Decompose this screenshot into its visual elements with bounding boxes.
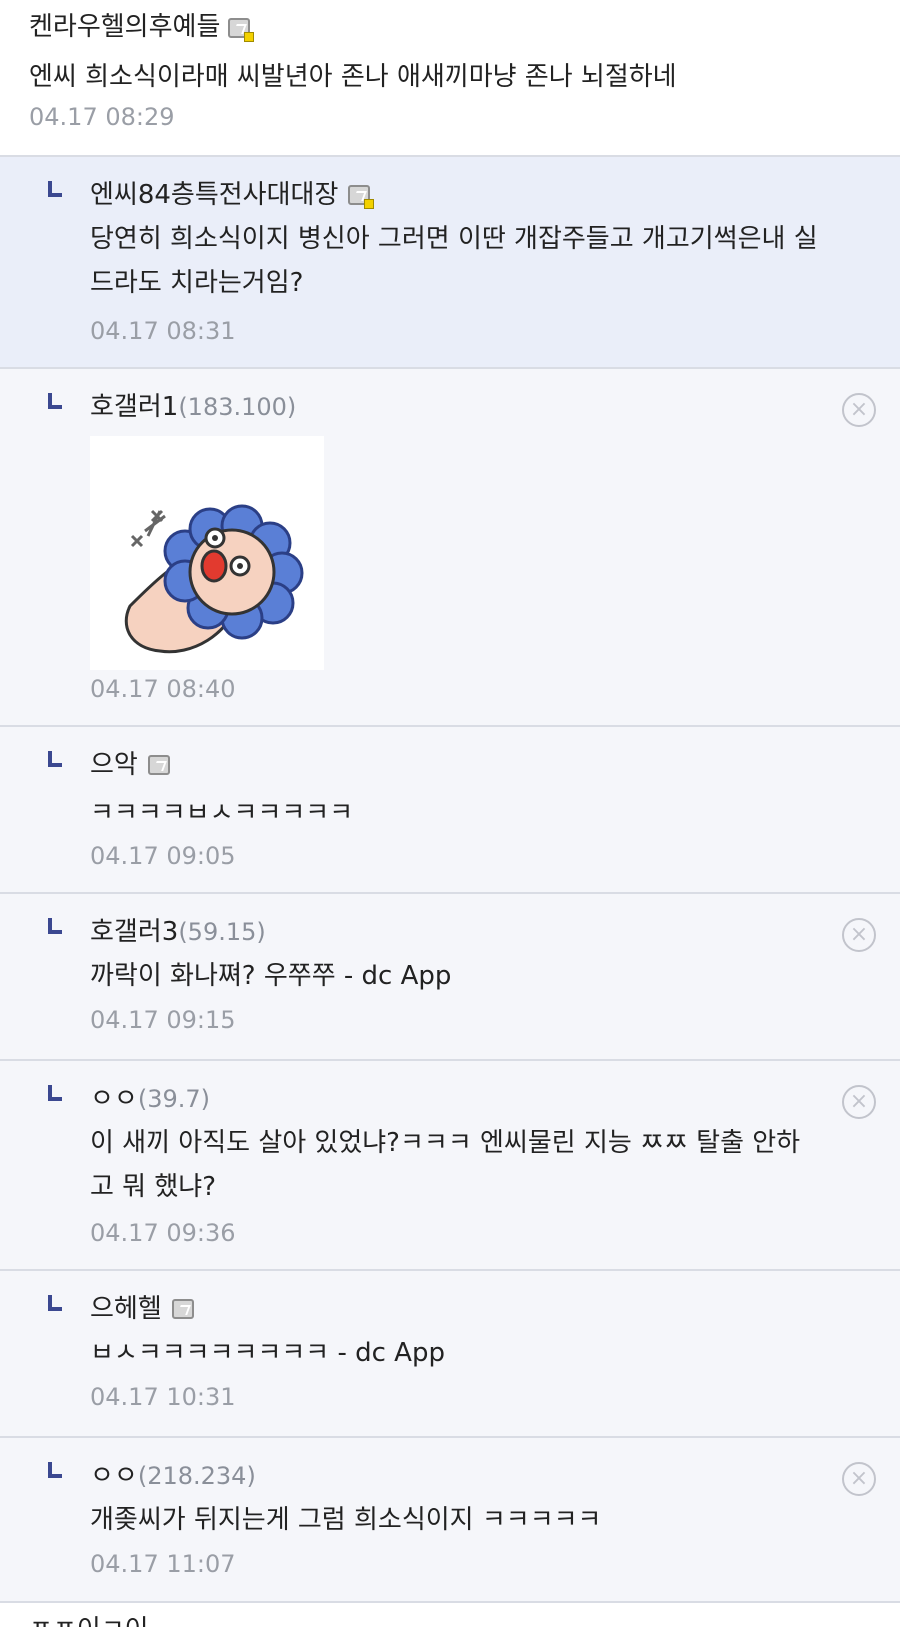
- next-comment-partial: ㅍㅍ이ㅋ이: [0, 1601, 900, 1627]
- gallery-member-icon: [348, 185, 375, 209]
- reply-nickname[interactable]: ㅇㅇ(218.234): [90, 1455, 256, 1492]
- ip-address: (218.234): [137, 1462, 256, 1490]
- reply-nickname[interactable]: 으헤헬: [90, 1288, 194, 1325]
- reply-text-line: 드라도 치라는거임?: [90, 268, 304, 298]
- reply-time: 04.17 09:15: [90, 1006, 236, 1034]
- reply-arrow-icon: [48, 751, 62, 767]
- reply-text-line: 이 새끼 아직도 살아 있었냐?ㅋㅋㅋ 엔씨물린 지능 ㅉㅉ 탈출 안하: [90, 1128, 801, 1158]
- reply-item: 호갤러1(183.100) × 04.17 08:40: [0, 367, 900, 725]
- ip-address: (183.100): [178, 393, 297, 421]
- reply-time: 04.17 08:31: [90, 317, 236, 345]
- reply-time: 04.17 11:07: [90, 1550, 236, 1578]
- reply-time: 04.17 09:36: [90, 1219, 236, 1247]
- reply-text: ㅂㅅㅋㅋㅋㅋㅋㅋㅋㅋ - dc App: [90, 1338, 445, 1368]
- delete-icon[interactable]: ×: [842, 393, 876, 427]
- delete-icon[interactable]: ×: [842, 1462, 876, 1496]
- gallery-member-icon: [147, 755, 170, 775]
- ghost-lion-sticker-image: [124, 504, 304, 654]
- gallery-member-icon: [171, 1299, 194, 1319]
- reply-nickname[interactable]: 호갤러1(183.100): [90, 386, 296, 423]
- reply-nickname[interactable]: 호갤러3(59.15): [90, 911, 266, 948]
- parent-comment: 켄라우헬의후예들 엔씨 희소식이라매 씨발년아 존나 애새끼마냥 존나 뇌절하네…: [0, 0, 900, 155]
- reply-item: 으헤헬 ㅂㅅㅋㅋㅋㅋㅋㅋㅋㅋ - dc App 04.17 10:31: [0, 1269, 900, 1436]
- comment-text: 엔씨 희소식이라매 씨발년아 존나 애새끼마냥 존나 뇌절하네: [29, 62, 677, 92]
- reply-item: 호갤러3(59.15) × 까락이 화나쪄? 우쭈쭈 - dc App 04.1…: [0, 892, 900, 1059]
- reply-nickname[interactable]: 엔씨84층특전사대대장: [90, 174, 375, 211]
- reply-nickname[interactable]: ㅇㅇ(39.7): [90, 1078, 210, 1115]
- reply-item: 으악 ㅋㅋㅋㅋㅂㅅㅋㅋㅋㅋㅋ 04.17 09:05: [0, 725, 900, 892]
- nickname-text[interactable]: ㅇㅇ: [90, 1084, 138, 1114]
- reply-arrow-icon: [48, 1085, 62, 1101]
- reply-arrow-icon: [48, 181, 62, 197]
- reply-nickname[interactable]: 으악: [90, 744, 170, 781]
- reply-item: 엔씨84층특전사대대장 당연히 희소식이지 병신아 그러면 이딴 개잡주들고 개…: [0, 155, 900, 367]
- reply-arrow-icon: [48, 393, 62, 409]
- nickname-text[interactable]: ㅇㅇ: [90, 1461, 138, 1491]
- reply-item: ㅇㅇ(39.7) × 이 새끼 아직도 살아 있었냐?ㅋㅋㅋ 엔씨물린 지능 ㅉ…: [0, 1059, 900, 1269]
- nickname-text[interactable]: 엔씨84층특전사대대장: [90, 180, 338, 210]
- next-comment-nickname: ㅍㅍ이ㅋ이: [29, 1609, 149, 1627]
- reply-arrow-icon: [48, 1462, 62, 1478]
- gallery-member-icon: [228, 18, 255, 42]
- delete-icon[interactable]: ×: [842, 918, 876, 952]
- reply-time: 04.17 09:05: [90, 842, 236, 870]
- reply-text: 당연히 희소식이지 병신아 그러면 이딴 개잡주들고 개고기썩은내 실 드라도 …: [90, 217, 890, 305]
- delete-icon[interactable]: ×: [842, 1085, 876, 1119]
- reply-item: ㅇㅇ(218.234) × 개좆씨가 뒤지는게 그럼 희소식이지 ㅋㅋㅋㅋㅋ 0…: [0, 1436, 900, 1601]
- reply-text: 이 새끼 아직도 살아 있었냐?ㅋㅋㅋ 엔씨물린 지능 ㅉㅉ 탈출 안하 고 뭐…: [90, 1121, 890, 1209]
- ip-address: (59.15): [178, 918, 266, 946]
- reply-text-line: 당연히 희소식이지 병신아 그러면 이딴 개잡주들고 개고기썩은내 실: [90, 224, 818, 254]
- reply-time: 04.17 08:40: [90, 675, 236, 703]
- nickname-text[interactable]: 으헤헬: [90, 1294, 162, 1324]
- nickname-text[interactable]: 으악: [90, 750, 138, 780]
- nickname-text[interactable]: 호갤러1: [90, 392, 178, 422]
- dccon-sticker: [90, 436, 324, 670]
- reply-text: 개좆씨가 뒤지는게 그럼 희소식이지 ㅋㅋㅋㅋㅋ: [90, 1505, 602, 1535]
- reply-text-line: 고 뭐 했냐?: [90, 1172, 217, 1202]
- reply-time: 04.17 10:31: [90, 1383, 236, 1411]
- reply-text: 까락이 화나쪄? 우쭈쭈 - dc App: [90, 961, 452, 991]
- reply-arrow-icon: [48, 918, 62, 934]
- comment-time: 04.17 08:29: [29, 103, 175, 131]
- ip-address: (39.7): [137, 1085, 211, 1113]
- nickname-text[interactable]: 호갤러3: [90, 917, 178, 947]
- reply-arrow-icon: [48, 1295, 62, 1311]
- comment-nickname[interactable]: 켄라우헬의후예들: [29, 6, 255, 43]
- reply-text: ㅋㅋㅋㅋㅂㅅㅋㅋㅋㅋㅋ: [90, 798, 354, 828]
- nickname-text[interactable]: 켄라우헬의후예들: [29, 12, 220, 42]
